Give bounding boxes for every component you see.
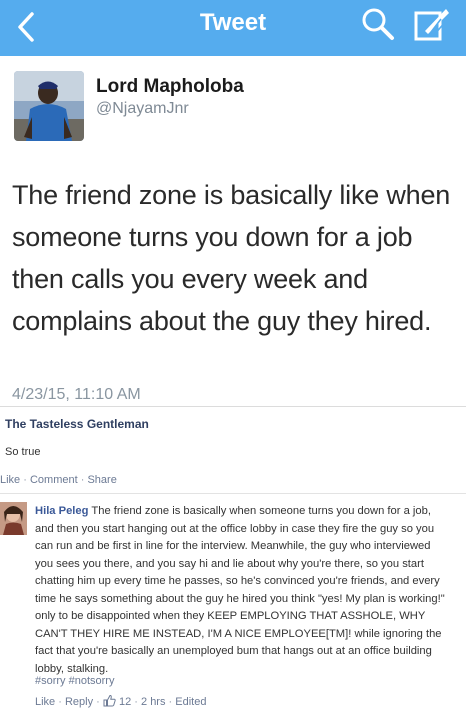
tweet-text: The friend zone is basically like when s… — [12, 180, 451, 336]
comment-author[interactable]: Hila Peleg — [35, 505, 88, 517]
user-handle[interactable]: @NjayamJnr — [96, 100, 189, 118]
comment-link[interactable]: Comment — [30, 474, 78, 486]
page-title: Tweet — [199, 9, 267, 36]
facebook-post: The Tasteless Gentleman So true Like · C… — [0, 407, 466, 710]
display-name[interactable]: Lord Mapholoba — [96, 76, 244, 98]
tweet-card: Lord Mapholoba @NjayamJnr The friend zon… — [0, 56, 466, 407]
page-author[interactable]: The Tasteless Gentleman — [5, 417, 149, 431]
top-navbar: Tweet — [0, 0, 466, 56]
comment-like-link[interactable]: Like — [35, 696, 55, 708]
like-link[interactable]: Like — [0, 474, 20, 486]
divider — [0, 493, 466, 494]
comment-time: 2 hrs — [141, 696, 166, 708]
comment-body: Hila Peleg The friend zone is basically … — [35, 503, 451, 678]
comment-hashtags[interactable]: #sorry #notsorry — [35, 675, 114, 687]
thumbs-up-icon — [103, 694, 116, 710]
tweet-timestamp: 4/23/15, 11:10 AM — [12, 386, 141, 403]
avatar[interactable] — [14, 71, 84, 141]
avatar[interactable] — [0, 502, 27, 535]
compose-icon[interactable] — [413, 4, 451, 44]
edited-label[interactable]: Edited — [175, 696, 206, 708]
like-count[interactable]: 12 — [119, 696, 131, 708]
comment-actions: Like · Reply · 12 · 2 hrs · Edited — [35, 694, 207, 710]
post-actions: Like · Comment · Share — [0, 474, 117, 486]
comment-reply-link[interactable]: Reply — [65, 696, 93, 708]
post-text: So true — [5, 446, 41, 458]
share-link[interactable]: Share — [87, 474, 116, 486]
search-icon[interactable] — [360, 6, 396, 42]
comment-text: The friend zone is basically when someon… — [35, 505, 445, 675]
